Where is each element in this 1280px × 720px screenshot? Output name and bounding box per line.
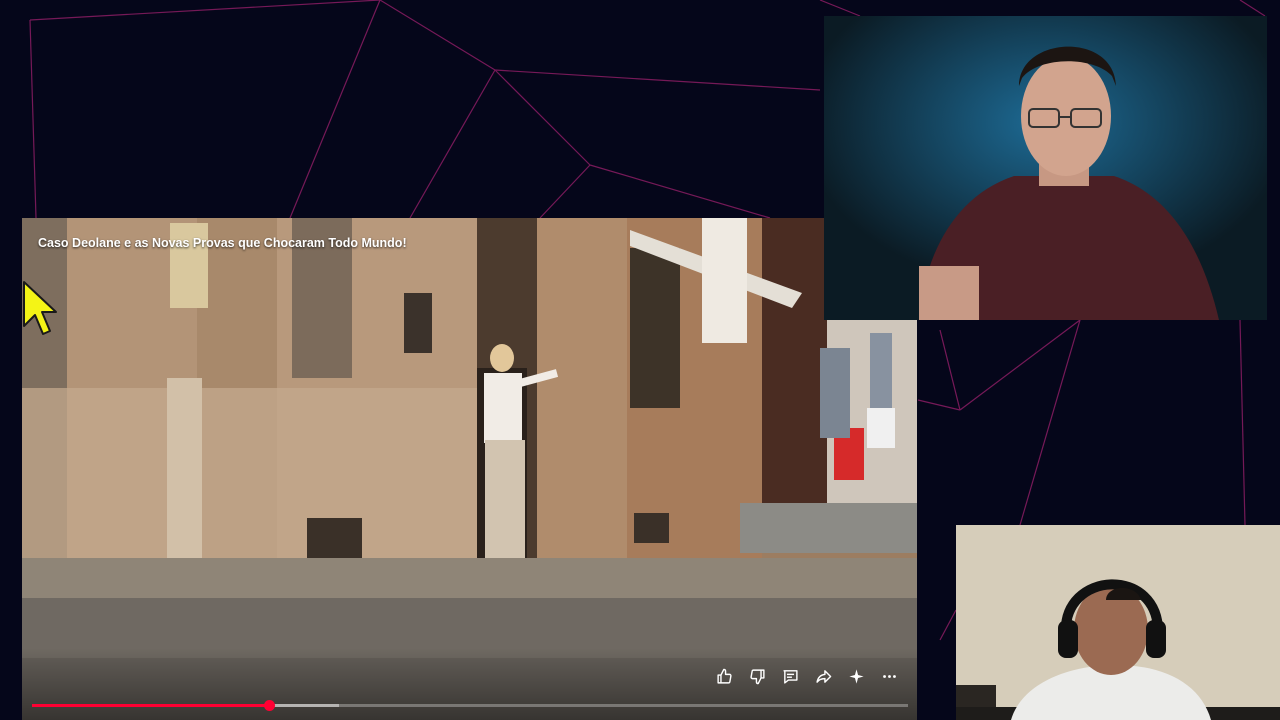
ask-button[interactable]	[844, 664, 868, 688]
video-player[interactable]: Caso Deolane e as Novas Provas que Choca…	[22, 218, 917, 720]
video-frame	[22, 218, 917, 720]
like-button[interactable]	[712, 664, 736, 688]
sparkle-icon	[848, 668, 864, 684]
more-button[interactable]	[877, 664, 901, 688]
comment-icon	[782, 669, 798, 684]
comments-button[interactable]	[778, 664, 802, 688]
share-button[interactable]	[811, 664, 835, 688]
share-icon	[815, 669, 831, 683]
host-webcam-frame	[824, 16, 1267, 320]
progress-played	[32, 704, 269, 707]
host-webcam	[824, 16, 1267, 320]
thumbs-down-icon	[749, 668, 765, 684]
video-actions	[712, 662, 901, 690]
progress-bar[interactable]	[32, 700, 908, 711]
video-title[interactable]: Caso Deolane e as Novas Provas que Choca…	[38, 236, 407, 250]
guest-webcam-frame	[956, 525, 1280, 720]
thumbs-up-icon	[716, 668, 732, 684]
mouse-cursor-icon	[23, 281, 57, 335]
progress-scrubber-handle[interactable]	[263, 700, 275, 711]
more-icon	[882, 674, 896, 678]
dislike-button[interactable]	[745, 664, 769, 688]
guest-webcam	[956, 525, 1280, 720]
